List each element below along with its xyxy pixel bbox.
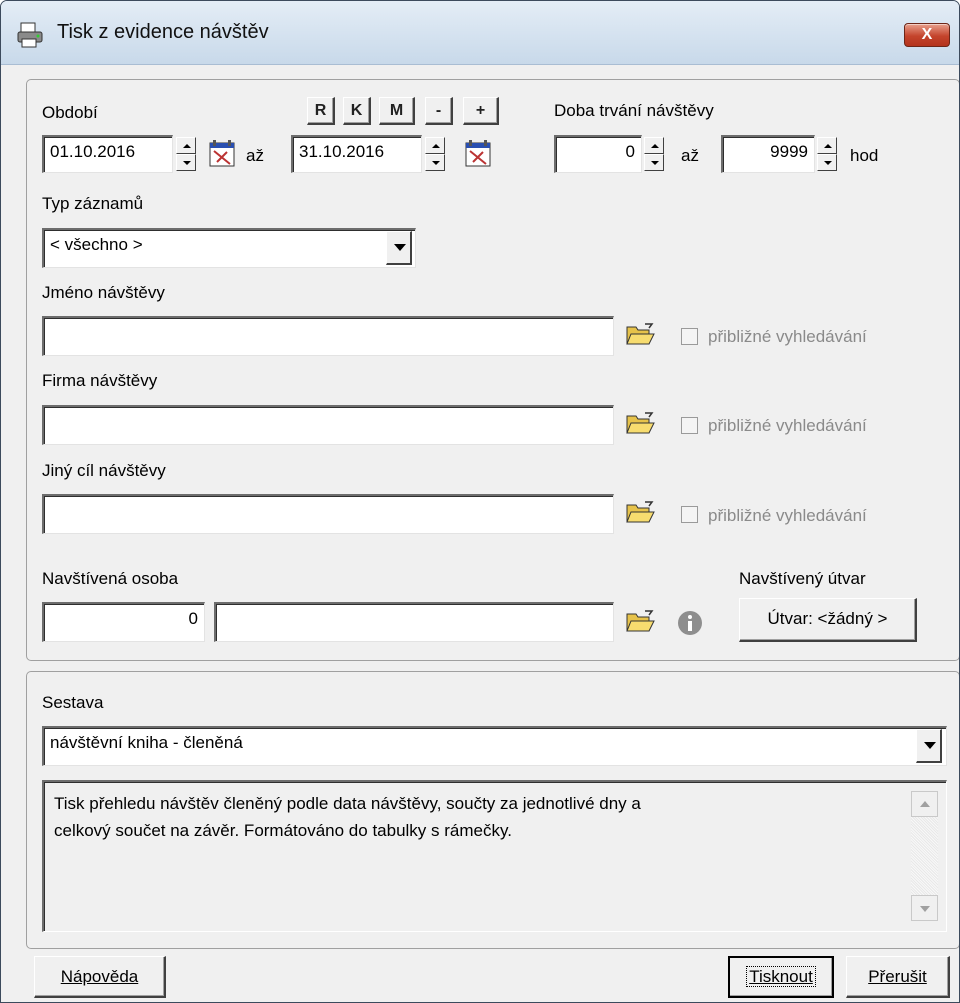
duration-from-input[interactable]: 0 — [554, 135, 642, 173]
visitor-company-approx-label: přibližné vyhledávání — [708, 416, 867, 435]
period-label: Období — [42, 103, 98, 122]
cancel-button[interactable]: Přerušit — [846, 956, 950, 998]
report-value: návštěvní kniha - členěná — [50, 733, 243, 752]
visitor-company-label: Firma návštěvy — [42, 371, 158, 390]
duration-to-spinner[interactable] — [817, 137, 837, 171]
chevron-up-icon — [920, 801, 930, 807]
period-next-button[interactable]: + — [463, 97, 499, 125]
period-month-button[interactable]: M — [379, 97, 415, 125]
open-folder-icon[interactable] — [625, 322, 655, 348]
open-folder-icon[interactable] — [625, 500, 655, 526]
description-scrollbar[interactable] — [911, 791, 938, 921]
visitor-company-approx-checkbox[interactable] — [681, 417, 698, 434]
period-quarter-button[interactable]: K — [343, 97, 371, 125]
window-title: Tisk z evidence návštěv — [57, 21, 269, 43]
visited-person-name-input[interactable] — [214, 602, 614, 642]
duration-label: Doba trvání návštěvy — [554, 101, 714, 120]
other-target-approx-checkbox[interactable] — [681, 506, 698, 523]
visited-unit-button[interactable]: Útvar: <žádný > — [739, 598, 917, 642]
info-icon[interactable] — [676, 609, 704, 637]
date-to-label: až — [246, 146, 264, 165]
duration-to-input[interactable]: 9999 — [721, 135, 815, 173]
visited-unit-label: Navštívený útvar — [739, 569, 866, 588]
scroll-down-button[interactable] — [911, 895, 938, 921]
report-dropdown-button[interactable] — [916, 729, 942, 763]
other-target-label: Jiný cíl návštěvy — [42, 461, 166, 480]
open-folder-icon[interactable] — [625, 411, 655, 437]
print-button-label: Tisknout — [746, 966, 816, 987]
chevron-down-icon — [920, 906, 930, 912]
duration-to-label: až — [681, 146, 699, 165]
visitor-company-input[interactable] — [42, 405, 614, 445]
visitor-name-approx-label: přibližné vyhledávání — [708, 327, 867, 346]
print-button[interactable]: Tisknout — [728, 956, 834, 998]
report-select[interactable]: návštěvní kniha - členěná — [42, 726, 947, 766]
report-description-line-1: Tisk přehledu návštěv členěný podle data… — [54, 794, 641, 813]
calendar-icon[interactable] — [209, 140, 235, 168]
printer-icon — [17, 22, 43, 48]
cancel-button-label: Přerušit — [868, 967, 927, 986]
help-button-label: Nápověda — [60, 967, 139, 986]
date-from-input[interactable]: 01.10.2016 — [42, 135, 173, 173]
visited-person-id-input[interactable]: 0 — [42, 602, 205, 642]
period-year-button[interactable]: R — [307, 97, 335, 125]
visitor-name-label: Jméno návštěvy — [42, 283, 165, 302]
print-visits-dialog: Tisk z evidence návštěv X Období R K M -… — [0, 0, 960, 1003]
record-type-select[interactable]: < všechno > — [42, 228, 416, 268]
calendar-icon[interactable] — [465, 140, 491, 168]
help-button[interactable]: Nápověda — [34, 956, 166, 998]
scroll-up-button[interactable] — [911, 791, 938, 817]
close-button[interactable]: X — [904, 23, 950, 47]
date-to-input[interactable]: 31.10.2016 — [291, 135, 422, 173]
record-type-dropdown-button[interactable] — [386, 231, 412, 265]
report-label: Sestava — [42, 693, 104, 712]
duration-from-spinner[interactable] — [644, 137, 664, 171]
duration-unit-label: hod — [850, 146, 879, 165]
other-target-approx-label: přibližné vyhledávání — [708, 506, 867, 525]
report-description-line-2: celkový součet na závěr. Formátováno do … — [54, 821, 512, 840]
record-type-value: < všechno > — [50, 235, 143, 254]
open-folder-icon[interactable] — [625, 609, 655, 635]
other-target-input[interactable] — [42, 494, 614, 534]
period-previous-button[interactable]: - — [425, 97, 453, 125]
visitor-name-input[interactable] — [42, 316, 614, 356]
title-bar: Tisk z evidence návštěv X — [1, 1, 959, 65]
visited-person-label: Navštívená osoba — [42, 569, 179, 588]
record-type-label: Typ záznamů — [42, 194, 144, 213]
date-from-spinner[interactable] — [176, 137, 196, 171]
date-to-spinner[interactable] — [425, 137, 445, 171]
report-description: Tisk přehledu návštěv členěný podle data… — [42, 780, 947, 932]
visitor-name-approx-checkbox[interactable] — [681, 328, 698, 345]
